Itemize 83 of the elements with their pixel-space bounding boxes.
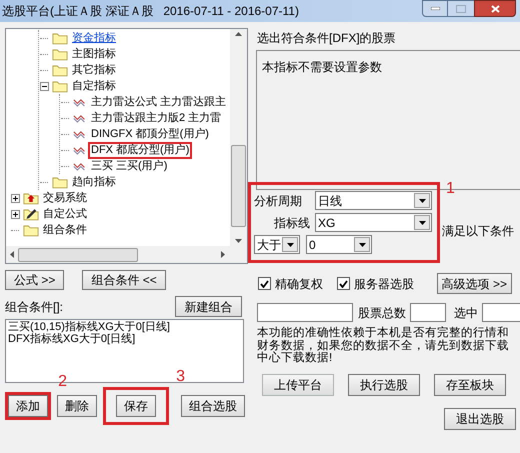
- close-icon: [490, 4, 500, 12]
- action-button[interactable]: 存至板块: [434, 374, 506, 396]
- checkbox-label: 精确复权: [275, 276, 323, 292]
- collapse-icon[interactable]: [40, 82, 48, 90]
- notice-text: 本功能的准确性依赖于本机是否有完整的行情和财务数据，如果您的数据不全，请先到数据下载中心下载数据!: [257, 327, 510, 364]
- action-button[interactable]: 删除: [57, 395, 97, 417]
- tree-item[interactable]: 主力雷达公式 主力雷达跟主: [90, 96, 228, 108]
- advanced-options-button[interactable]: 高级选项 >>: [436, 273, 512, 294]
- annotation-number: 3: [176, 369, 185, 385]
- dropdown[interactable]: 大于: [254, 235, 300, 254]
- maximize-icon: [456, 4, 466, 12]
- selected-label: 选中: [454, 304, 478, 322]
- wave-icon: [73, 128, 87, 140]
- scroll-up-icon: [235, 32, 242, 36]
- checkbox[interactable]: [258, 277, 271, 290]
- action-button[interactable]: 保存: [116, 395, 156, 417]
- tree-item[interactable]: 三买 三买(用户): [90, 160, 168, 172]
- tree-item[interactable]: 其它指标: [71, 64, 117, 76]
- scroll-left-icon: [10, 251, 14, 258]
- condition-line: DFX指标线XG大于0[日线]: [8, 333, 136, 345]
- folder-icon: [52, 175, 68, 189]
- tree-item[interactable]: DFX 都底分型(用户): [90, 144, 190, 156]
- dropdown-arrow-icon: [418, 220, 426, 224]
- scroll-down-icon: [235, 239, 242, 243]
- mode-button[interactable]: 公式 >>: [5, 270, 64, 290]
- total-label: 股票总数: [358, 304, 406, 322]
- folder-icon: [52, 63, 68, 77]
- vertical-scrollbar[interactable]: [230, 29, 247, 246]
- folder-pencil-icon: [23, 207, 39, 221]
- dropdown[interactable]: XG: [315, 213, 432, 232]
- minimize-button[interactable]: [422, 0, 448, 17]
- annotation-number: 1: [446, 181, 455, 197]
- maximize-button[interactable]: [448, 0, 474, 17]
- exit-button[interactable]: 退出选股: [444, 408, 516, 430]
- condition-line: 三买(10,15)指标线XG大于0[日线]: [8, 321, 171, 333]
- condition-suffix: 满足以下条件: [442, 223, 514, 240]
- wave-icon: [73, 96, 87, 108]
- dropdown-arrow-icon: [286, 242, 294, 246]
- window-title: 选股平台(上证Ａ股 深证Ａ股 2016-07-11 - 2016-07-11): [2, 3, 300, 20]
- line-label: 指标线: [273, 214, 310, 232]
- folder-arrow-icon: [23, 191, 39, 205]
- tree-item[interactable]: 趋向指标: [71, 176, 117, 188]
- action-button[interactable]: 执行选股: [348, 374, 420, 396]
- expand-icon[interactable]: [10, 210, 20, 218]
- wave-icon: [73, 144, 87, 156]
- folder-icon: [52, 79, 68, 93]
- tree-item[interactable]: 主力雷达跟主力版2 主力雷: [90, 112, 222, 124]
- action-button[interactable]: 组合选股: [181, 395, 245, 417]
- dropdown-arrow-icon: [358, 242, 366, 246]
- folder-icon: [23, 223, 39, 237]
- tree-item[interactable]: 组合条件: [42, 224, 88, 236]
- folder-icon: [52, 31, 68, 45]
- checkbox[interactable]: [337, 277, 350, 290]
- wave-icon: [73, 160, 87, 172]
- selection-title: 选出符合条件[DFX]的股票: [257, 30, 397, 46]
- parameter-note: 本指标不需要设置参数: [262, 60, 382, 74]
- new-combo-button[interactable]: 新建组合: [175, 296, 242, 317]
- mode-button[interactable]: 组合条件 <<: [82, 270, 166, 290]
- period-label: 分析周期: [254, 192, 303, 210]
- check-icon: [339, 280, 348, 288]
- tree-item[interactable]: 自定指标: [71, 80, 117, 92]
- horizontal-scrollbar[interactable]: [6, 246, 247, 263]
- input-field[interactable]: [257, 303, 353, 322]
- minimize-icon: [430, 7, 440, 10]
- wave-icon: [73, 112, 87, 124]
- tree-item[interactable]: 主图指标: [71, 48, 117, 60]
- checkbox-label: 服务器选股: [354, 276, 414, 292]
- tree-item[interactable]: 自定公式: [42, 208, 88, 220]
- folder-icon: [52, 47, 68, 61]
- combo-label: 组合条件[]:: [5, 298, 64, 316]
- dropdown[interactable]: 日线: [315, 191, 432, 210]
- close-button[interactable]: [474, 0, 516, 17]
- tree-item[interactable]: DINGFX 都顶分型(用户): [90, 128, 210, 140]
- input-field[interactable]: [410, 303, 446, 322]
- scroll-right-icon: [221, 251, 225, 258]
- action-button[interactable]: 添加: [8, 395, 48, 417]
- dropdown-arrow-icon: [418, 198, 426, 202]
- input-field[interactable]: [482, 303, 520, 322]
- tree-item[interactable]: 资金指标: [71, 32, 117, 44]
- check-icon: [260, 280, 269, 288]
- expand-icon[interactable]: [10, 194, 20, 202]
- tree-item[interactable]: 交易系统: [42, 192, 88, 204]
- dropdown[interactable]: 0: [306, 235, 372, 254]
